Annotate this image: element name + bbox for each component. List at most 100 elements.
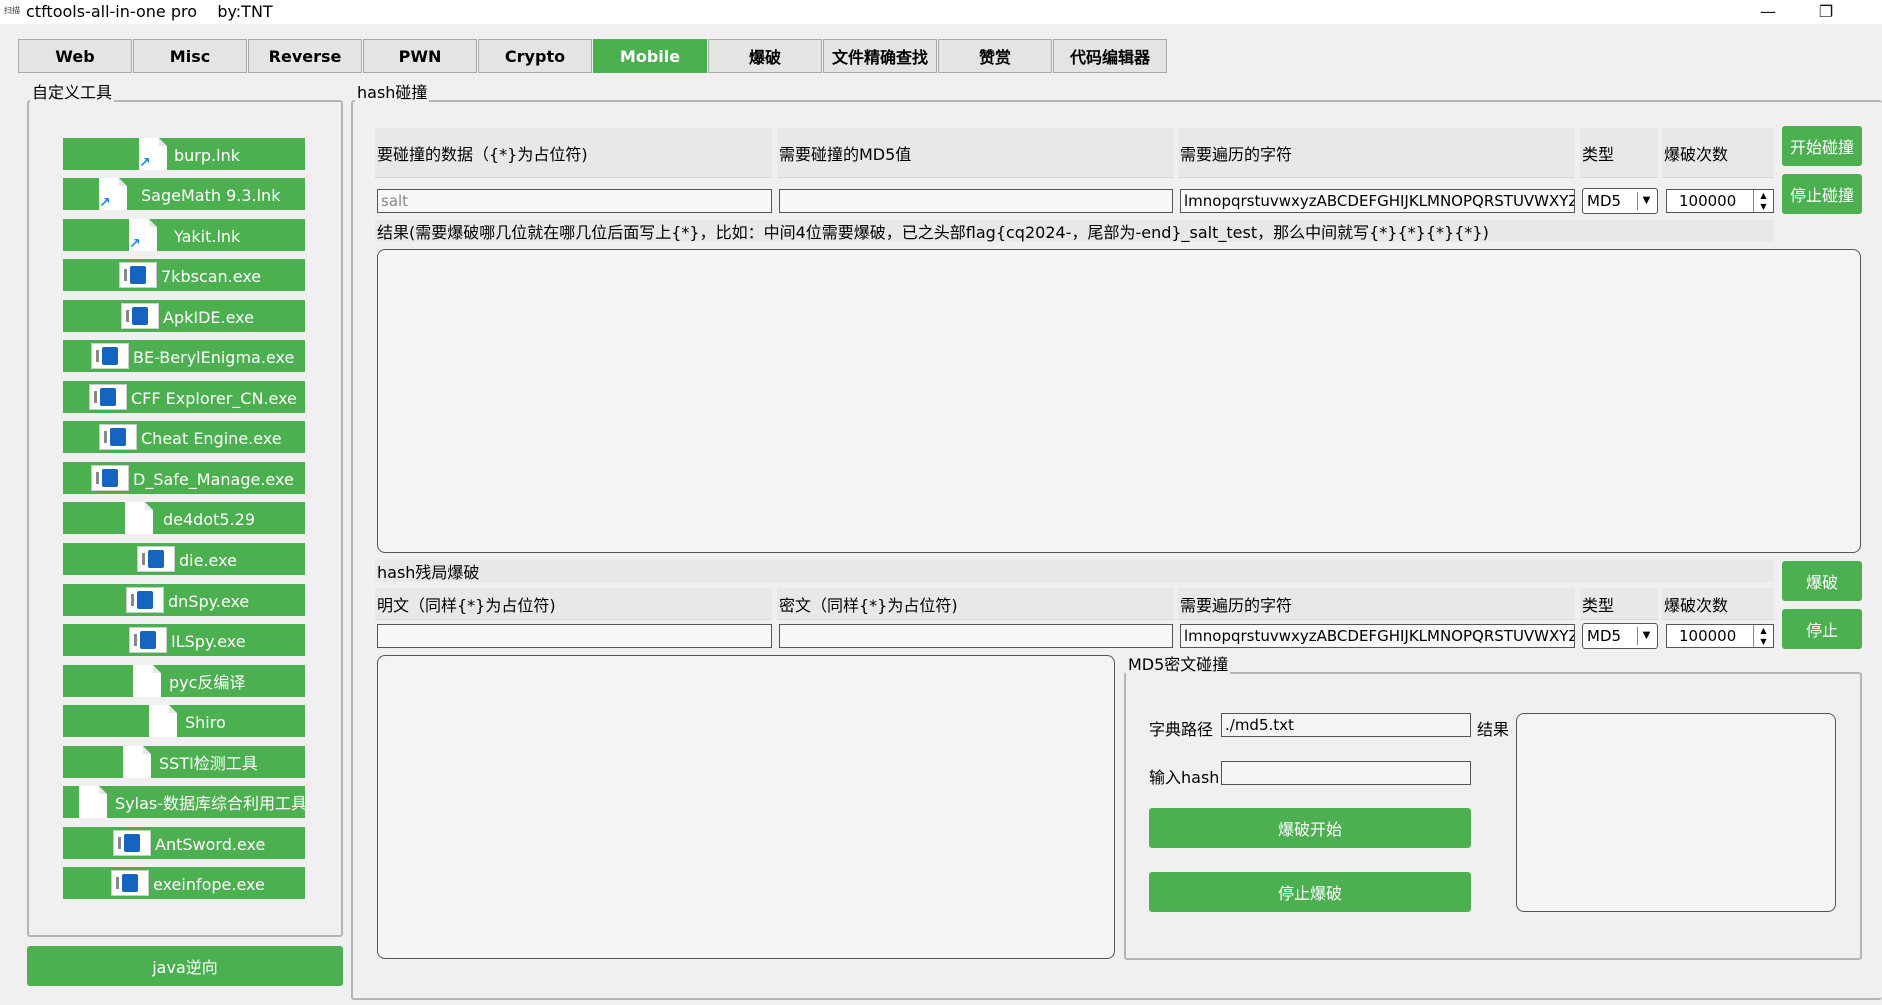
tab-mobile[interactable]: Mobile — [593, 39, 707, 73]
file-icon — [79, 786, 107, 818]
window-title: ctftools-all-in-one pro by:TNT — [26, 2, 273, 21]
result-label: 结果 — [1477, 720, 1510, 739]
spinner-arrows-icon[interactable]: ▲ ▼ — [1753, 625, 1773, 647]
partial-cipher-header: 密文（同样{*}为占位符) — [777, 588, 1174, 620]
file-icon — [123, 746, 151, 778]
stop-collision-button[interactable]: 停止碰撞 — [1782, 174, 1862, 214]
tool-button-pyc-decompile[interactable]: pyc反编译 — [63, 665, 305, 697]
tool-button-sagemath[interactable]: ↗ SageMath 9.3.lnk — [63, 178, 305, 210]
tool-button-shiro[interactable]: Shiro — [63, 705, 305, 737]
tool-button-antsword[interactable]: AntSword.exe — [63, 827, 305, 859]
partial-chars-header: 需要遍历的字符 — [1178, 588, 1575, 620]
select-value: MD5 — [1587, 192, 1622, 210]
brute-button[interactable]: 爆破 — [1782, 561, 1862, 601]
partial-cipher-input[interactable] — [779, 624, 1173, 648]
tool-label: SageMath 9.3.lnk — [141, 186, 281, 205]
exe-icon — [119, 262, 157, 288]
partial-result-area[interactable] — [377, 655, 1115, 959]
tab-misc[interactable]: Misc — [133, 39, 247, 73]
exe-icon — [89, 384, 127, 410]
start-brute-button[interactable]: 爆破开始 — [1149, 808, 1471, 848]
tab-donate[interactable]: 赞赏 — [938, 39, 1052, 73]
tool-button-dnspy[interactable]: dnSpy.exe — [63, 584, 305, 616]
tool-button-yakit[interactable]: ↗ Yakit.lnk — [63, 219, 305, 251]
collision-count-header: 爆破次数 — [1662, 128, 1774, 178]
tab-code-editor[interactable]: 代码编辑器 — [1053, 39, 1167, 73]
exe-icon — [91, 465, 129, 491]
tab-pwn[interactable]: PWN — [363, 39, 477, 73]
tool-label: CFF Explorer_CN.exe — [131, 389, 297, 408]
spinner-value: 100000 — [1679, 627, 1737, 645]
tool-button-exeinfope[interactable]: exeinfope.exe — [63, 867, 305, 899]
partial-count-spinner[interactable]: 100000 ▲ ▼ — [1666, 624, 1774, 648]
tab-file-search[interactable]: 文件精确查找 — [823, 39, 937, 73]
collision-data-header: 要碰撞的数据（{*}为占位符) — [375, 128, 772, 178]
stop-brute-button[interactable]: 停止 — [1782, 609, 1862, 649]
partial-plain-input[interactable] — [377, 624, 772, 648]
tab-crypto[interactable]: Crypto — [478, 39, 592, 73]
tab-web[interactable]: Web — [18, 39, 132, 73]
tool-button-7kbscan[interactable]: 7kbscan.exe — [63, 259, 305, 291]
tool-label: AntSword.exe — [155, 835, 266, 854]
minimize-icon[interactable]: — — [1748, 0, 1788, 22]
collision-result-label: 结果(需要爆破哪几位就在哪几位后面写上{*}，比如：中间4位需要爆破，已之头部f… — [375, 220, 1774, 242]
maximize-icon[interactable]: ❐ — [1806, 0, 1846, 22]
partial-chars-input[interactable]: lmnopqrstuvwxyzABCDEFGHIJKLMNOPQRSTUVWXY… — [1180, 624, 1575, 648]
tool-label: de4dot5.29 — [163, 510, 256, 529]
file-icon — [133, 665, 161, 697]
tool-button-die[interactable]: die.exe — [63, 543, 305, 575]
exe-icon — [113, 830, 151, 856]
collision-result-area[interactable] — [377, 249, 1861, 553]
tool-button-berylenigma[interactable]: BE-BerylEnigma.exe — [63, 340, 305, 372]
input-hash-field[interactable] — [1221, 761, 1471, 785]
java-reverse-button[interactable]: java逆向 — [27, 946, 343, 986]
tab-reverse[interactable]: Reverse — [248, 39, 362, 73]
hash-collision-title: hash碰撞 — [355, 83, 430, 102]
input-hash-label: 输入hash — [1149, 768, 1220, 787]
exe-icon — [99, 424, 137, 450]
tool-label: Sylas-数据库综合利用工具 — [115, 794, 307, 813]
shortcut-icon: ↗ — [139, 138, 167, 170]
tool-button-ssti[interactable]: SSTI检测工具 — [63, 746, 305, 778]
tool-button-ilspy[interactable]: ILSpy.exe — [63, 624, 305, 656]
collision-count-spinner[interactable]: 100000 ▲ ▼ — [1666, 189, 1774, 213]
collision-chars-header: 需要遍历的字符 — [1178, 128, 1575, 178]
tool-button-de4dot[interactable]: de4dot5.29 — [63, 502, 305, 534]
tab-brute[interactable]: 爆破 — [708, 39, 822, 73]
file-icon — [125, 502, 153, 534]
tool-label: D_Safe_Manage.exe — [133, 470, 294, 489]
tool-button-burp[interactable]: ↗ burp.lnk — [63, 138, 305, 170]
tool-button-cff-explorer[interactable]: CFF Explorer_CN.exe — [63, 381, 305, 413]
tool-label: ILSpy.exe — [171, 632, 246, 651]
stop-md5-brute-button[interactable]: 停止爆破 — [1149, 872, 1471, 912]
dropdown-arrow-icon: ▼ — [1637, 192, 1655, 210]
collision-md5-header: 需要碰撞的MD5值 — [777, 128, 1174, 178]
spinner-arrows-icon[interactable]: ▲ ▼ — [1753, 190, 1773, 212]
exe-icon — [121, 303, 159, 329]
md5-result-area[interactable] — [1516, 713, 1836, 912]
file-icon — [149, 705, 177, 737]
tool-label: BE-BerylEnigma.exe — [133, 348, 295, 367]
dict-path-input[interactable]: ./md5.txt — [1221, 713, 1471, 737]
collision-type-select[interactable]: MD5 ▼ — [1582, 188, 1658, 214]
md5-collision-title: MD5密文碰撞 — [1126, 655, 1231, 674]
collision-chars-input[interactable]: lmnopqrstuvwxyzABCDEFGHIJKLMNOPQRSTUVWXY… — [1180, 189, 1575, 213]
exe-icon — [91, 343, 129, 369]
tool-button-cheat-engine[interactable]: Cheat Engine.exe — [63, 421, 305, 453]
partial-type-select[interactable]: MD5 ▼ — [1582, 623, 1658, 649]
tool-label: exeinfope.exe — [153, 875, 265, 894]
tool-label: SSTI检测工具 — [159, 754, 258, 773]
tool-label: ApkIDE.exe — [163, 308, 254, 327]
tool-button-apkide[interactable]: ApkIDE.exe — [63, 300, 305, 332]
exe-icon — [126, 587, 164, 613]
start-collision-button[interactable]: 开始碰撞 — [1782, 126, 1862, 166]
dict-path-label: 字典路径 — [1149, 720, 1214, 739]
collision-data-input[interactable]: salt — [377, 189, 772, 213]
tool-button-d-safe[interactable]: D_Safe_Manage.exe — [63, 462, 305, 494]
tool-button-sylas[interactable]: Sylas-数据库综合利用工具 — [63, 786, 307, 818]
tool-label: burp.lnk — [174, 146, 240, 165]
tool-label: Yakit.lnk — [174, 227, 241, 246]
exe-icon — [137, 546, 175, 572]
tool-label: Cheat Engine.exe — [141, 429, 282, 448]
collision-md5-input[interactable] — [779, 189, 1173, 213]
